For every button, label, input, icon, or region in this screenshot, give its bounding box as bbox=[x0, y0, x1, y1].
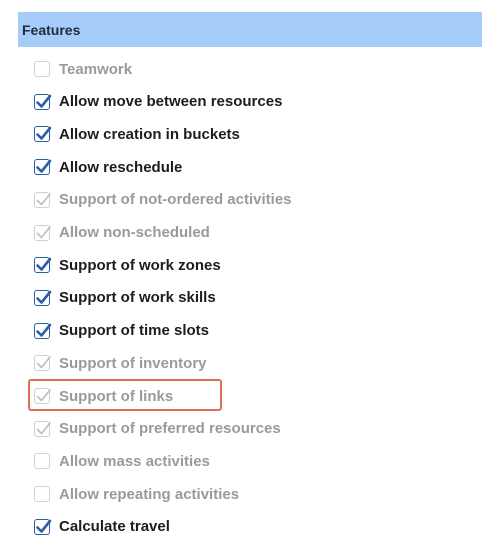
checkmark-icon bbox=[36, 389, 51, 402]
feature-label: Allow move between resources bbox=[59, 93, 283, 111]
feature-label: Teamwork bbox=[59, 60, 133, 78]
checkmark-icon bbox=[36, 257, 52, 271]
checkbox-checked-icon[interactable] bbox=[34, 289, 52, 306]
feature-item: Allow repeating activities bbox=[34, 482, 239, 506]
feature-label: Support of links bbox=[59, 387, 174, 405]
checkmark-icon bbox=[36, 323, 52, 337]
feature-label: Allow reschedule bbox=[59, 158, 183, 176]
checkmark-icon bbox=[36, 290, 52, 304]
feature-item: Allow mass activities bbox=[34, 449, 210, 473]
checkbox-checked-icon bbox=[34, 420, 51, 437]
feature-label: Support of not-ordered activities bbox=[59, 191, 292, 209]
feature-item[interactable]: Support of work zones bbox=[34, 253, 221, 277]
checkmark-icon bbox=[36, 225, 51, 238]
checkmark-icon bbox=[36, 192, 51, 206]
feature-item[interactable]: Support of time slots bbox=[34, 319, 209, 343]
feature-label: Support of work skills bbox=[59, 289, 216, 307]
feature-label: Support of work zones bbox=[59, 256, 221, 274]
feature-item: Support of inventory bbox=[34, 351, 207, 375]
checkmark-icon bbox=[36, 421, 51, 434]
feature-item[interactable]: Allow creation in buckets bbox=[34, 122, 240, 146]
checkbox-unchecked-icon bbox=[34, 453, 50, 470]
checkbox-unchecked-icon bbox=[34, 486, 50, 503]
checkmark-icon bbox=[36, 356, 51, 369]
checkbox-checked-icon[interactable] bbox=[34, 159, 52, 176]
checkmark-icon bbox=[36, 127, 52, 141]
features-panel: Features Teamwork Allow move between reso… bbox=[18, 12, 482, 536]
checkbox-checked-icon[interactable] bbox=[34, 126, 52, 143]
feature-label: Support of preferred resources bbox=[59, 420, 281, 438]
feature-label: Allow mass activities bbox=[59, 452, 210, 470]
checkbox-checked-icon bbox=[34, 224, 51, 241]
features-title: Features bbox=[22, 21, 81, 38]
checkbox-checked-icon[interactable] bbox=[34, 518, 52, 535]
feature-label: Support of inventory bbox=[59, 354, 207, 372]
feature-item[interactable]: Allow move between resources bbox=[34, 90, 282, 114]
feature-label: Allow creation in buckets bbox=[59, 125, 240, 143]
feature-item: Allow non-scheduled bbox=[34, 221, 210, 245]
feature-item: Support of preferred resources bbox=[34, 417, 281, 441]
feature-item[interactable]: Allow reschedule bbox=[34, 155, 182, 179]
checkbox-unchecked-icon bbox=[34, 61, 50, 77]
checkmark-icon bbox=[36, 519, 52, 533]
feature-item[interactable]: Support of work skills bbox=[34, 286, 216, 310]
feature-item: Support of links bbox=[34, 384, 173, 408]
feature-label: Allow non-scheduled bbox=[59, 224, 210, 241]
checkbox-checked-icon[interactable] bbox=[34, 322, 52, 339]
feature-item: Support of not-ordered activities bbox=[34, 188, 292, 212]
checkbox-checked-icon bbox=[34, 191, 51, 208]
feature-item: Teamwork bbox=[34, 57, 132, 81]
features-header: Features bbox=[18, 12, 482, 47]
feature-item[interactable]: Calculate travel bbox=[34, 515, 170, 539]
checkbox-checked-icon[interactable] bbox=[34, 93, 52, 110]
checkmark-icon bbox=[36, 159, 52, 173]
checkmark-icon bbox=[36, 94, 52, 108]
checkbox-checked-icon[interactable] bbox=[34, 257, 52, 274]
checkbox-checked-icon bbox=[34, 355, 51, 372]
feature-label: Support of time slots bbox=[59, 322, 209, 340]
checkbox-checked-icon bbox=[34, 388, 51, 404]
feature-label: Allow repeating activities bbox=[59, 485, 240, 503]
feature-label: Calculate travel bbox=[59, 518, 170, 536]
